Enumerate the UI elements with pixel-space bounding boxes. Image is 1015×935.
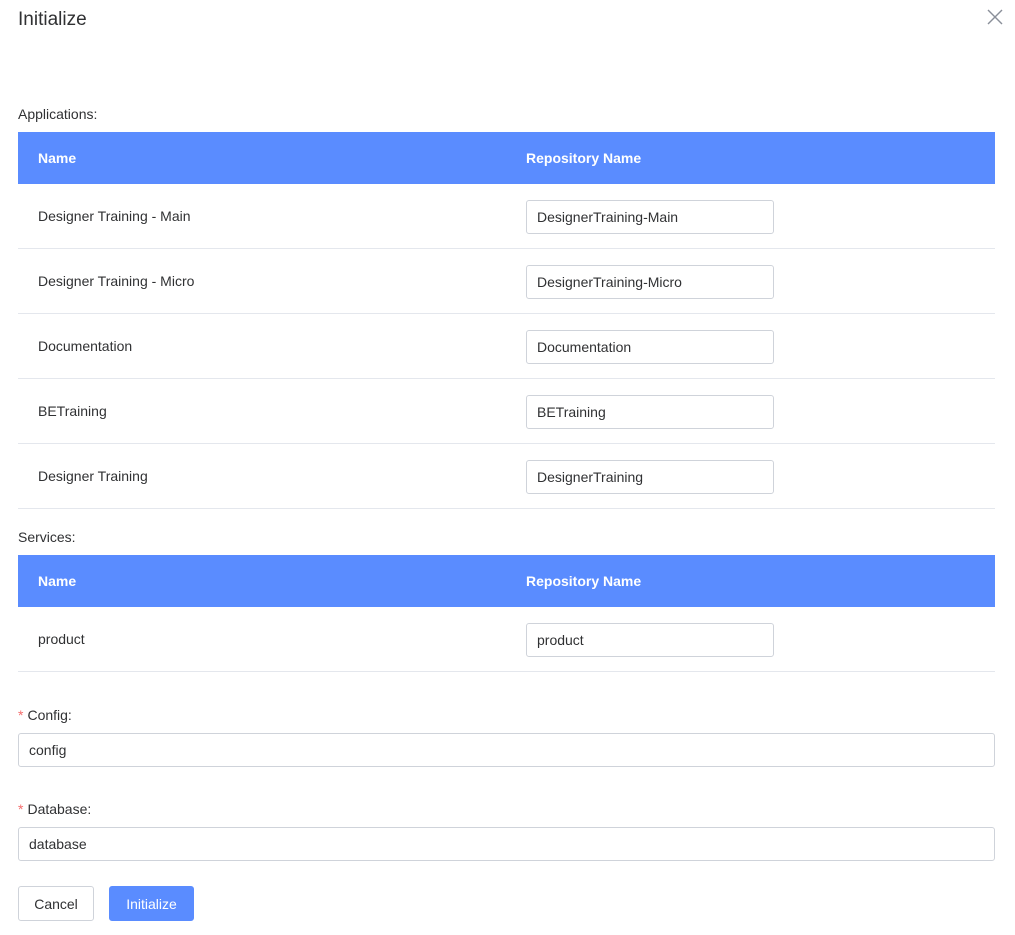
table-row: product: [18, 607, 995, 672]
table-row: Designer Training: [18, 444, 995, 509]
table-row: Designer Training - Micro: [18, 249, 995, 314]
table-header: Name Repository Name: [18, 555, 995, 607]
close-icon[interactable]: [984, 6, 1006, 28]
config-label: * Config:: [18, 707, 72, 723]
column-header-name: Name: [38, 573, 77, 589]
cancel-button[interactable]: Cancel: [18, 886, 94, 921]
applications-label: Applications:: [18, 106, 98, 122]
repository-name-input[interactable]: [526, 330, 774, 364]
repository-name-input[interactable]: [526, 395, 774, 429]
initialize-dialog: Initialize Applications: Name Repository…: [0, 0, 1015, 935]
database-label-text: Database:: [27, 801, 92, 817]
column-header-repository-name: Repository Name: [526, 573, 642, 589]
database-label: * Database:: [18, 801, 91, 817]
column-header-repository-name: Repository Name: [526, 150, 642, 166]
required-asterisk: *: [18, 801, 24, 817]
table-row: Designer Training - Main: [18, 184, 995, 249]
initialize-button[interactable]: Initialize: [109, 886, 194, 921]
services-label: Services:: [18, 529, 76, 545]
application-name: Designer Training - Micro: [38, 273, 195, 289]
table-row: Documentation: [18, 314, 995, 379]
table-row: BETraining: [18, 379, 995, 444]
service-name: product: [38, 631, 85, 647]
database-input[interactable]: [18, 827, 995, 861]
repository-name-input[interactable]: [526, 460, 774, 494]
dialog-title: Initialize: [18, 9, 87, 30]
application-name: Documentation: [38, 338, 133, 354]
application-name: Designer Training - Main: [38, 208, 191, 224]
table-header: Name Repository Name: [18, 132, 995, 184]
repository-name-input[interactable]: [526, 200, 774, 234]
application-name: BETraining: [38, 403, 107, 419]
column-header-name: Name: [38, 150, 77, 166]
services-table: Name Repository Name product: [18, 555, 995, 672]
repository-name-input[interactable]: [526, 623, 774, 657]
applications-table: Name Repository Name Designer Training -…: [18, 132, 995, 509]
application-name: Designer Training: [38, 468, 148, 484]
config-label-text: Config:: [27, 707, 72, 723]
config-input[interactable]: [18, 733, 995, 767]
repository-name-input[interactable]: [526, 265, 774, 299]
required-asterisk: *: [18, 707, 24, 723]
